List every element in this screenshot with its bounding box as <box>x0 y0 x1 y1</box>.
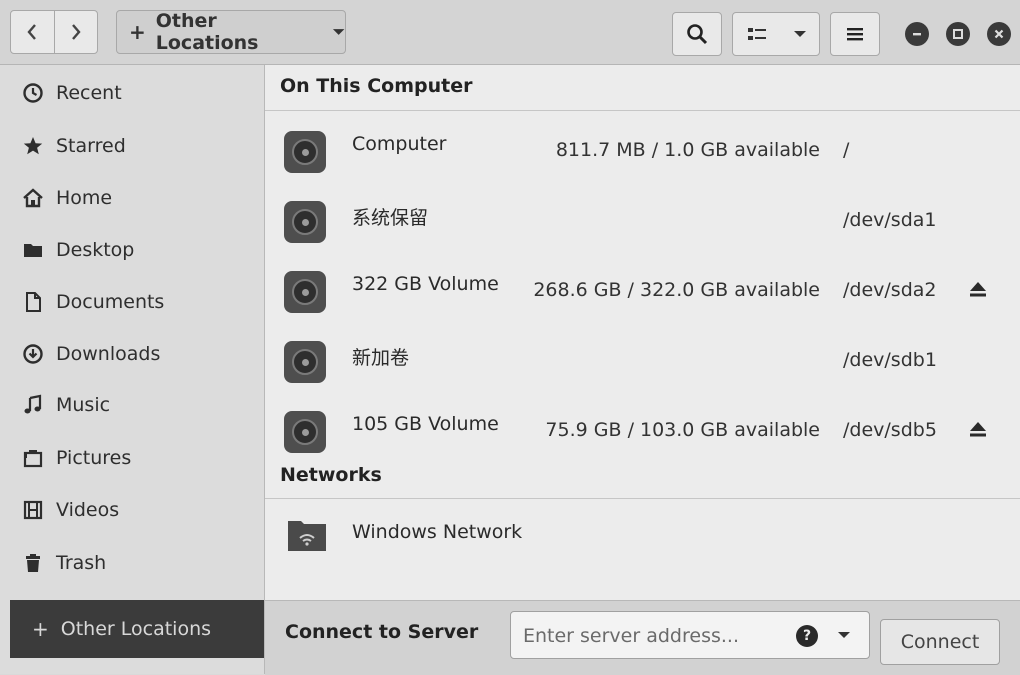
close-icon <box>994 29 1004 39</box>
drive-icon <box>284 411 326 453</box>
search-button[interactable] <box>672 12 722 56</box>
sidebar-item-desktop[interactable]: Desktop <box>22 235 134 265</box>
sidebar-item-label: Downloads <box>56 343 161 365</box>
server-address-input[interactable] <box>511 612 795 660</box>
sidebar: Recent Starred Home Desktop Documents Do… <box>0 65 265 674</box>
music-icon <box>22 394 44 416</box>
sidebar-item-recent[interactable]: Recent <box>22 78 122 108</box>
document-icon <box>22 291 44 313</box>
volume-row[interactable]: 322 GB Volume 268.6 GB / 322.0 GB availa… <box>265 257 1020 323</box>
sidebar-item-label: Music <box>56 394 111 416</box>
sidebar-item-label: Recent <box>56 82 122 104</box>
sidebar-item-downloads[interactable]: Downloads <box>22 339 160 369</box>
sidebar-item-documents[interactable]: Documents <box>22 287 164 317</box>
volume-available: 811.7 MB / 1.0 GB available <box>555 139 820 161</box>
sidebar-item-videos[interactable]: Videos <box>22 495 119 525</box>
header-bar: + Other Locations <box>0 0 1020 65</box>
volume-name: 105 GB Volume <box>352 413 499 435</box>
clock-icon <box>22 82 44 104</box>
network-row[interactable]: Windows Network <box>265 501 1020 567</box>
network-folder-icon <box>288 521 326 551</box>
eject-icon[interactable] <box>967 419 989 439</box>
server-address-field: ? <box>510 611 870 660</box>
volume-device: /dev/sda1 <box>843 209 937 231</box>
volume-row[interactable]: 新加卷 /dev/sdb1 <box>265 327 1020 393</box>
plus-icon: + <box>129 20 146 44</box>
maximize-button[interactable] <box>946 22 970 46</box>
film-icon <box>22 499 44 521</box>
list-view-icon <box>747 28 766 40</box>
drive-icon <box>284 341 326 383</box>
network-name: Windows Network <box>352 521 523 543</box>
connect-to-server-label: Connect to Server <box>285 621 479 643</box>
volume-row[interactable]: Computer 811.7 MB / 1.0 GB available / <box>265 117 1020 183</box>
maximize-icon <box>953 29 963 39</box>
folder-icon <box>22 239 44 261</box>
sidebar-item-other-locations[interactable]: + Other Locations <box>10 600 264 658</box>
back-button[interactable] <box>11 11 54 53</box>
view-options-button[interactable] <box>732 12 820 56</box>
volume-row[interactable]: 105 GB Volume 75.9 GB / 103.0 GB availab… <box>265 397 1020 463</box>
minimize-icon <box>913 33 921 36</box>
main-menu-button[interactable] <box>830 12 880 56</box>
volume-device: /dev/sdb5 <box>843 419 937 441</box>
back-icon <box>27 24 37 40</box>
sidebar-item-label: Trash <box>56 552 107 574</box>
drive-icon <box>284 201 326 243</box>
trash-icon <box>22 552 44 574</box>
sidebar-item-label: Other Locations <box>60 618 212 640</box>
volume-name: 新加卷 <box>352 347 410 369</box>
sidebar-item-label: Desktop <box>56 239 135 261</box>
sidebar-item-pictures[interactable]: Pictures <box>22 443 131 473</box>
chevron-down-icon[interactable] <box>837 630 851 640</box>
sidebar-item-home[interactable]: Home <box>22 183 112 213</box>
forward-icon <box>71 24 81 40</box>
chevron-down-icon <box>793 31 806 37</box>
sidebar-item-music[interactable]: Music <box>22 390 110 420</box>
search-icon <box>687 24 708 45</box>
sidebar-item-label: Home <box>56 187 113 209</box>
sidebar-item-label: Videos <box>56 499 120 521</box>
divider <box>265 498 1020 499</box>
drive-icon <box>284 131 326 173</box>
section-heading-networks: Networks <box>280 464 382 486</box>
sidebar-item-trash[interactable]: Trash <box>22 548 106 578</box>
sidebar-item-label: Starred <box>56 135 126 157</box>
path-bar-button[interactable]: + Other Locations <box>116 10 346 54</box>
connect-button[interactable]: Connect <box>880 619 1000 665</box>
close-button[interactable] <box>987 22 1011 46</box>
volume-device: /dev/sda2 <box>843 279 937 301</box>
volume-name: Computer <box>352 133 447 155</box>
minimize-button[interactable] <box>905 22 929 46</box>
nav-buttons <box>10 10 98 54</box>
connect-to-server-bar: Connect to Server ? Connect <box>265 600 1020 675</box>
eject-icon[interactable] <box>967 279 989 299</box>
star-icon <box>22 135 44 157</box>
volume-name: 322 GB Volume <box>352 273 499 295</box>
sidebar-item-label: Pictures <box>56 447 132 469</box>
download-icon <box>22 343 44 365</box>
chevron-down-icon <box>332 29 345 35</box>
locations-list: On This Computer Computer 811.7 MB / 1.0… <box>265 65 1020 600</box>
volume-available: 268.6 GB / 322.0 GB available <box>533 279 820 301</box>
home-icon <box>22 187 44 209</box>
sidebar-item-label: Documents <box>56 291 165 313</box>
section-heading-on-this-computer: On This Computer <box>280 75 473 97</box>
volume-row[interactable]: 系统保留 /dev/sda1 <box>265 187 1020 253</box>
drive-icon <box>284 271 326 313</box>
files-window: + Other Locations Recent Starred Home De… <box>0 0 1020 675</box>
volume-device: / <box>843 139 850 161</box>
volume-device: /dev/sdb1 <box>843 349 937 371</box>
path-label: Other Locations <box>155 10 259 54</box>
plus-icon: + <box>32 617 49 641</box>
help-icon[interactable]: ? <box>796 625 818 647</box>
divider <box>265 110 1020 111</box>
picture-icon <box>22 447 44 469</box>
sidebar-item-starred[interactable]: Starred <box>22 131 126 161</box>
volume-available: 75.9 GB / 103.0 GB available <box>545 419 820 441</box>
volume-name: 系统保留 <box>352 207 429 229</box>
menu-icon <box>847 28 863 41</box>
forward-button[interactable] <box>53 11 98 53</box>
